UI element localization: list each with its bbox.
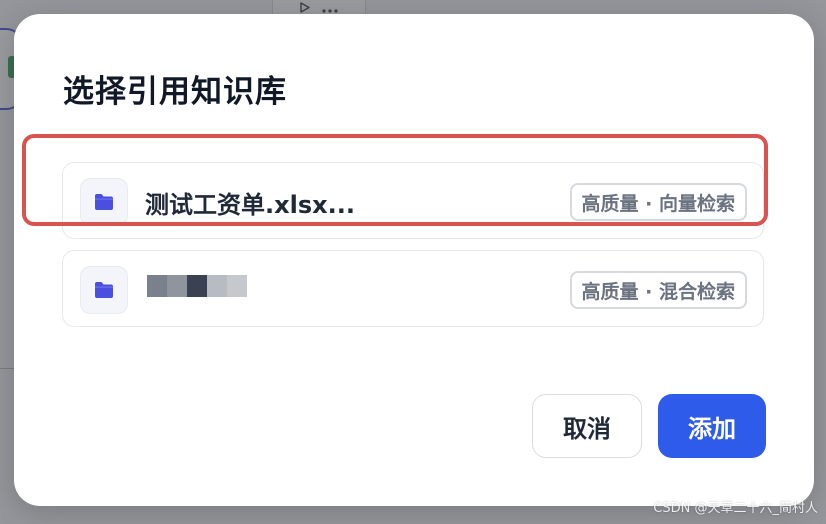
folder-icon-container: [80, 178, 128, 226]
cancel-button[interactable]: 取消: [532, 394, 642, 458]
knowledge-base-name: 测试工资单.xlsx...: [145, 191, 355, 219]
folder-icon-container: [80, 266, 128, 314]
retrieval-mode-badge: 高质量 · 向量检索: [569, 183, 747, 221]
folder-icon: [95, 282, 113, 298]
knowledge-base-item[interactable]: 高质量 · 混合检索: [62, 250, 764, 327]
watermark: CSDN @天草二十六_简村人: [653, 501, 818, 516]
dialog-title: 选择引用知识库: [63, 74, 287, 110]
retrieval-mode-badge: 高质量 · 混合检索: [569, 271, 747, 309]
knowledge-base-item[interactable]: 测试工资单.xlsx... 高质量 · 向量检索: [62, 162, 764, 239]
folder-icon: [95, 194, 113, 210]
redacted-knowledge-base-name: [147, 275, 247, 297]
add-button[interactable]: 添加: [658, 394, 766, 458]
select-knowledge-base-dialog: 选择引用知识库 测试工资单.xlsx... 高质量 · 向量检索 高质量 · 混…: [14, 14, 814, 506]
